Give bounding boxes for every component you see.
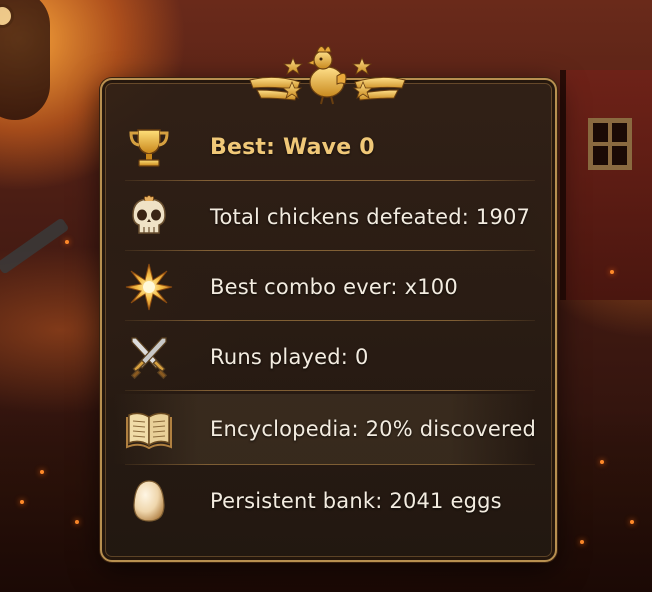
background-cannon <box>0 217 70 275</box>
skull-icon <box>114 182 184 252</box>
stat-row-encyclopedia[interactable]: Encyclopedia: 20% discovered <box>114 394 537 464</box>
stat-label: Best: Wave 0 <box>210 134 375 160</box>
ember <box>20 500 24 504</box>
chicken-crest-icon <box>249 46 406 105</box>
row-divider <box>125 390 535 391</box>
ember <box>65 240 69 244</box>
stat-label: Runs played: 0 <box>210 345 369 369</box>
stat-label: Best combo ever: x100 <box>210 275 458 299</box>
barn-window <box>588 118 632 170</box>
row-divider <box>125 180 535 181</box>
row-divider <box>125 250 535 251</box>
stat-row-runs-played: Runs played: 0 <box>114 322 534 392</box>
egg-icon <box>114 466 184 536</box>
stat-label: Persistent bank: 2041 eggs <box>210 489 502 513</box>
ember <box>600 460 604 464</box>
ember <box>630 520 634 524</box>
stat-label: Encyclopedia: 20% discovered <box>210 417 537 441</box>
ember <box>75 520 79 524</box>
ember <box>40 470 44 474</box>
ember <box>580 540 584 544</box>
background-chicken-monster <box>0 0 50 120</box>
stat-row-best-combo: Best combo ever: x100 <box>114 252 534 322</box>
crossed-swords-icon <box>114 322 184 392</box>
game-scene: Best: Wave 0 Total chickens defeated: 19… <box>0 0 652 592</box>
row-divider <box>125 320 535 321</box>
stat-row-best-wave: Best: Wave 0 <box>114 112 534 182</box>
stat-label: Total chickens defeated: 1907 <box>210 205 531 229</box>
stat-row-persistent-bank: Persistent bank: 2041 eggs <box>114 466 534 536</box>
background-barn <box>560 70 652 300</box>
burst-icon <box>114 252 184 322</box>
open-book-icon <box>114 394 184 464</box>
ember <box>610 270 614 274</box>
stat-row-chickens-defeated: Total chickens defeated: 1907 <box>114 182 534 252</box>
row-divider <box>125 464 535 465</box>
trophy-icon <box>114 112 184 182</box>
monster-eye-icon <box>0 4 14 28</box>
